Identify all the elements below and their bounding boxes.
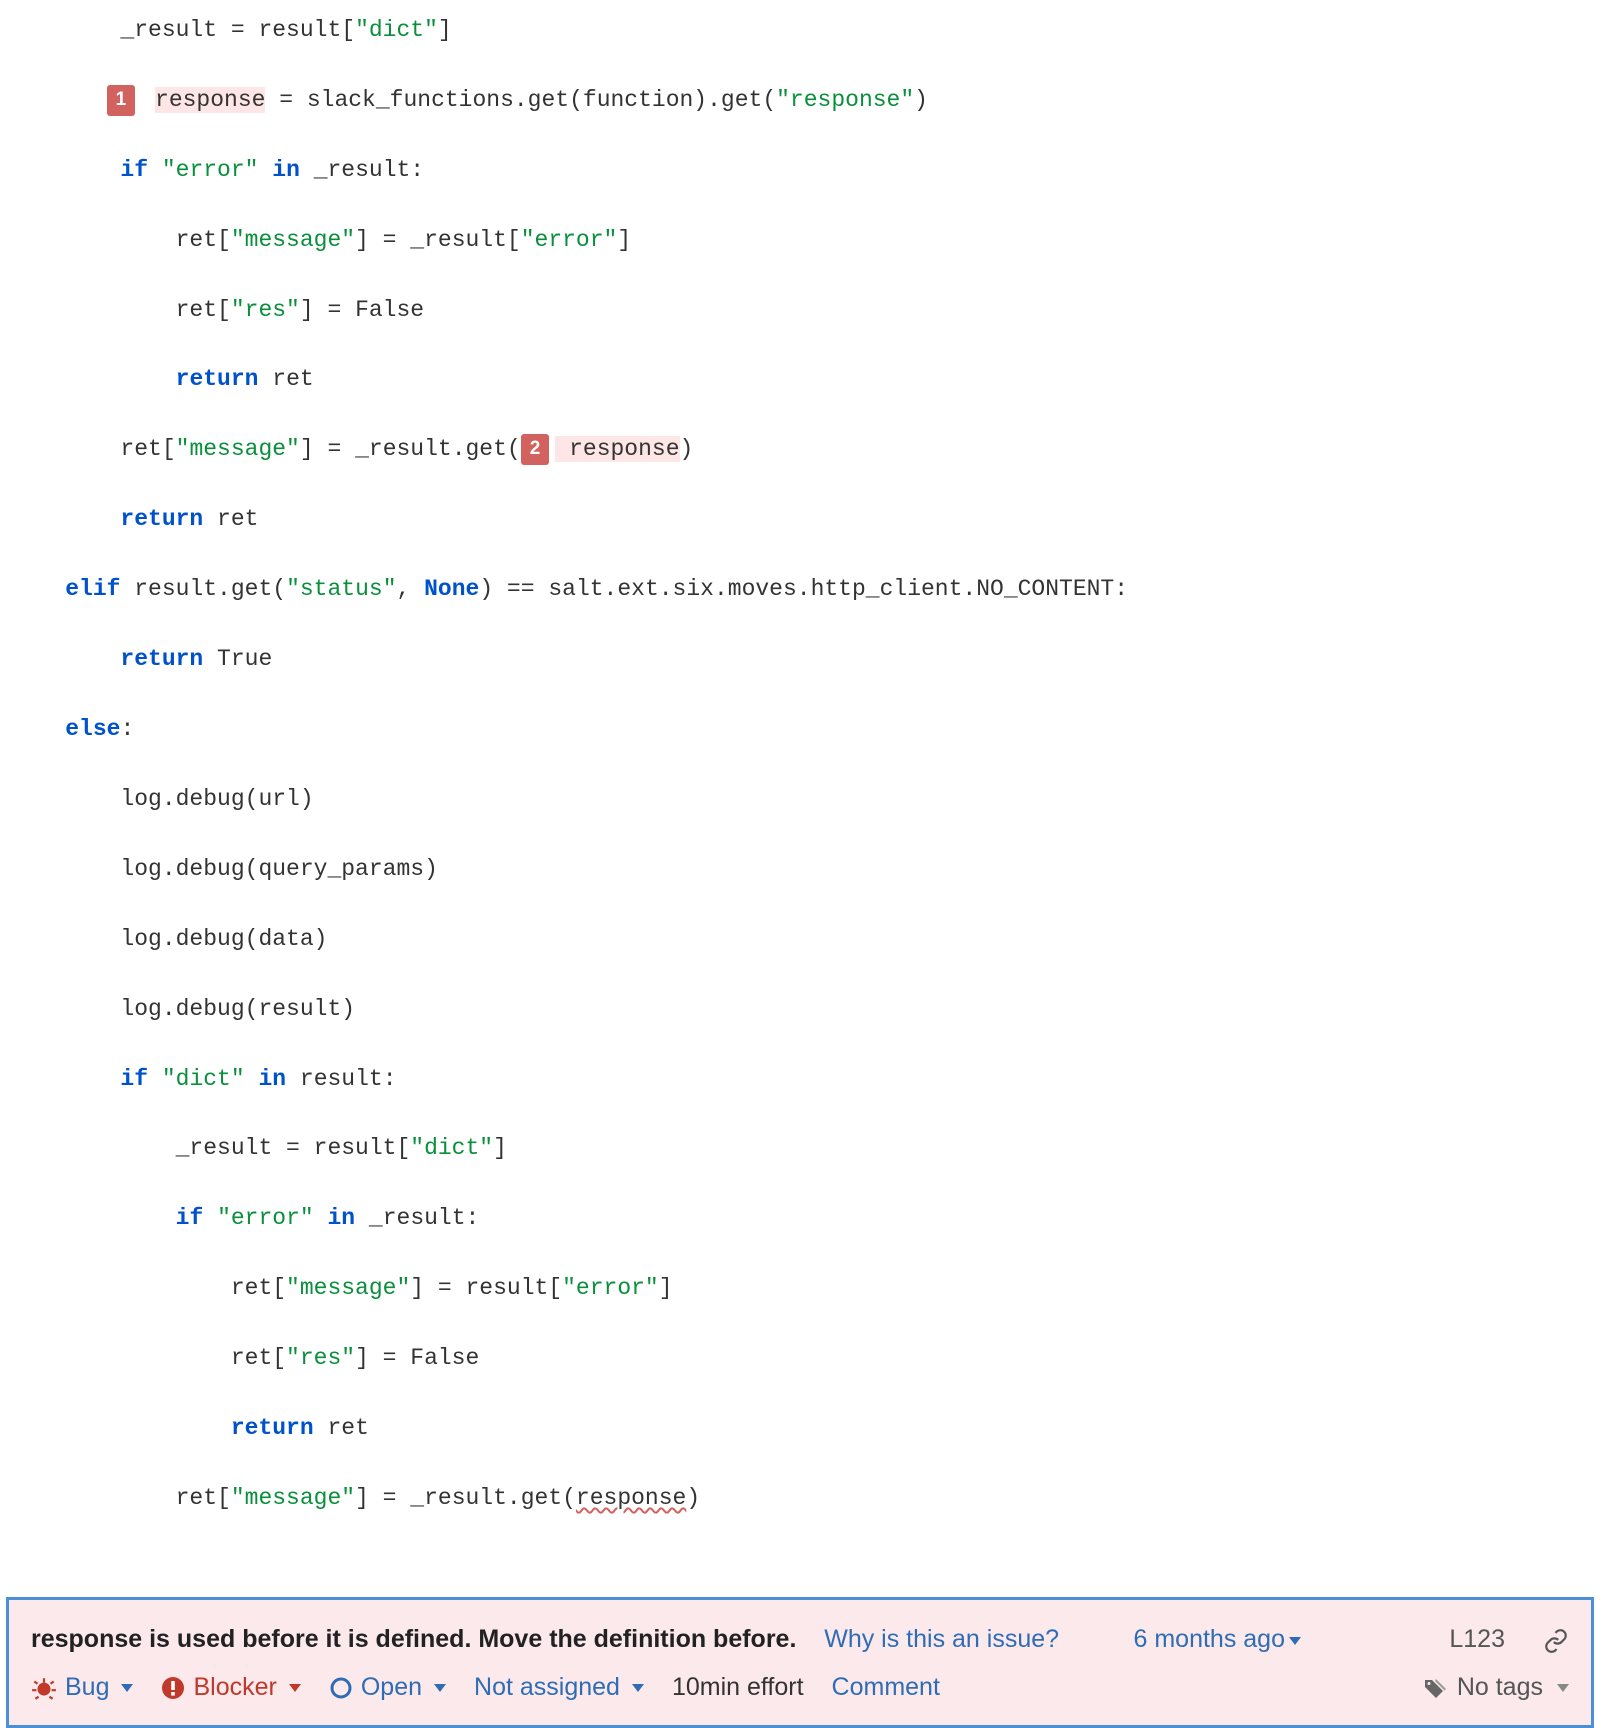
code-viewer: _result = result["dict"] 1 response = sl… [0, 0, 1600, 1591]
issue-type-dropdown[interactable]: Bug [31, 1666, 133, 1709]
issue-marker-2[interactable]: 2 [521, 434, 550, 465]
issue-panel: response is used before it is defined. M… [6, 1597, 1594, 1728]
issue-assignee-dropdown[interactable]: Not assigned [474, 1666, 644, 1709]
issue-status-dropdown[interactable]: Open [329, 1666, 446, 1709]
tags-dropdown[interactable]: No tags [1423, 1666, 1569, 1709]
highlight-response-def: response [155, 87, 265, 113]
blocker-icon [161, 1676, 185, 1700]
issue-effort: 10min effort [672, 1666, 804, 1709]
issue-age-dropdown[interactable]: 6 months ago [1134, 1618, 1302, 1661]
tags-icon [1423, 1676, 1447, 1700]
highlight-response-use: response [555, 436, 679, 462]
why-is-this-link[interactable]: Why is this an issue? [824, 1625, 1059, 1653]
issue-message: response is used before it is defined. M… [31, 1625, 796, 1653]
code-text: _result = result[ [10, 17, 355, 43]
comment-link[interactable]: Comment [832, 1666, 940, 1709]
bug-icon [31, 1675, 57, 1701]
wavy-error-response: response [576, 1485, 686, 1511]
open-icon [329, 1676, 353, 1700]
permalink-icon[interactable] [1543, 1622, 1569, 1648]
issue-severity-dropdown[interactable]: Blocker [161, 1666, 300, 1709]
issue-marker-1[interactable]: 1 [107, 85, 136, 116]
issue-line-number: L123 [1449, 1618, 1505, 1661]
